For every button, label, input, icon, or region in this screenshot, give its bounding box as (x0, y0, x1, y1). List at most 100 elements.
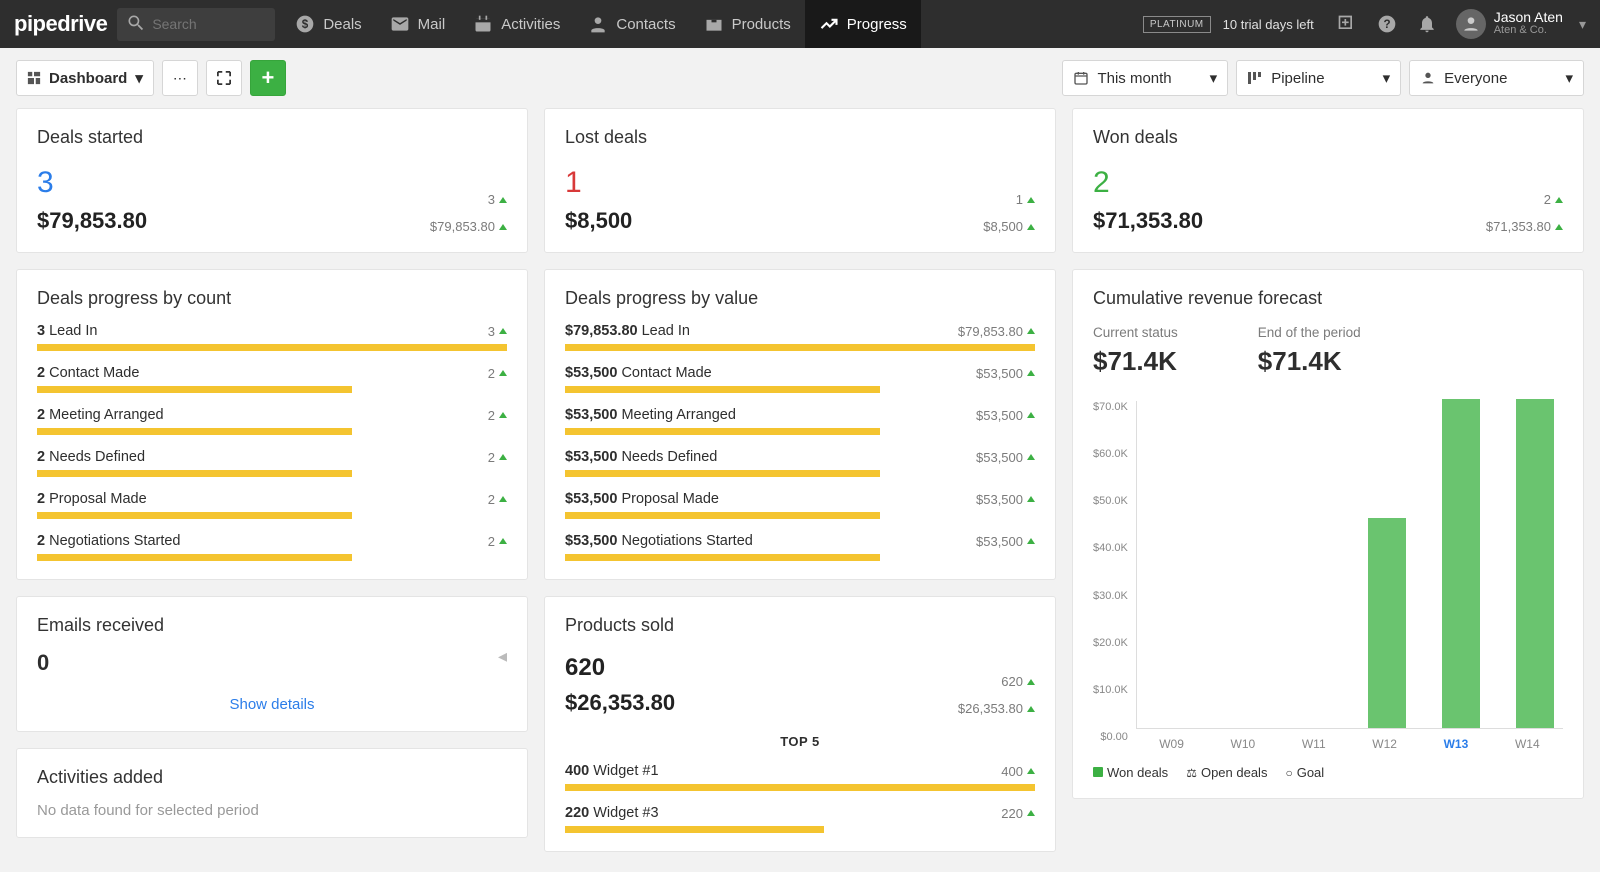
kpi-count: 620 (565, 654, 675, 682)
card-emails-received: Emails received 0 ◂ Show details (16, 596, 528, 732)
chevron-down-icon: ▾ (135, 69, 143, 87)
person-icon (588, 14, 608, 34)
mail-icon (390, 14, 410, 34)
progress-row: 2 Negotiations Started2 (37, 533, 507, 561)
search-input[interactable] (152, 16, 266, 32)
add-button[interactable]: + (250, 60, 286, 96)
nav-products[interactable]: Products (690, 0, 805, 48)
chevron-down-icon: ▾ (1383, 69, 1391, 87)
kpi-amount: $71,353.80 (1093, 208, 1203, 234)
kpi-count: 2 (1093, 166, 1203, 200)
card-title: Cumulative revenue forecast (1093, 288, 1563, 309)
chevron-down-icon: ▾ (1565, 69, 1573, 87)
kpi-count: 3 (37, 166, 147, 200)
progress-row: $53,500 Needs Defined$53,500 (565, 449, 1035, 477)
legend-item: Won deals (1093, 765, 1168, 780)
kpi-count: 1 (565, 166, 632, 200)
end-period-label: End of the period (1258, 325, 1361, 340)
progress-row: 2 Contact Made2 (37, 365, 507, 393)
card-title: Won deals (1093, 127, 1563, 148)
person-icon (1420, 70, 1436, 86)
trend-up-icon (1027, 224, 1035, 230)
trend-up-icon (499, 224, 507, 230)
pipeline-icon (1247, 70, 1263, 86)
chart-bar (1359, 401, 1415, 728)
nav-progress[interactable]: Progress (805, 0, 921, 48)
svg-text:$: $ (302, 18, 309, 31)
progress-row: 2 Meeting Arranged2 (37, 407, 507, 435)
card-title: Deals progress by count (37, 288, 507, 309)
card-title: Products sold (565, 615, 1035, 636)
trend-up-icon (499, 197, 507, 203)
end-period-value: $71.4K (1258, 346, 1361, 377)
kpi-amount: $8,500 (565, 208, 632, 234)
kpi-amount: $26,353.80 (565, 690, 675, 716)
user-menu[interactable]: Jason Aten Aten & Co. ▾ (1456, 9, 1586, 39)
trend-up-icon (1027, 679, 1035, 685)
pipeline-filter[interactable]: Pipeline ▾ (1236, 60, 1401, 96)
dashboard-label: Dashboard (49, 70, 127, 87)
card-title: Emails received (37, 615, 507, 636)
emails-count: 0 (37, 650, 49, 676)
show-details-link[interactable]: Show details (37, 696, 507, 713)
pipeline-label: Pipeline (1271, 70, 1324, 87)
chevron-down-icon: ▾ (1210, 69, 1218, 87)
card-progress-count: Deals progress by count 3 Lead In3 2 Con… (16, 269, 528, 580)
chart-bar (1507, 401, 1563, 728)
people-label: Everyone (1444, 70, 1507, 87)
progress-row: $79,853.80 Lead In$79,853.80 (565, 323, 1035, 351)
trend-up-icon (1027, 197, 1035, 203)
card-title: Deals progress by value (565, 288, 1035, 309)
chevron-left-icon[interactable]: ◂ (498, 646, 507, 667)
chart-bar (1211, 401, 1267, 728)
chevron-down-icon: ▾ (1579, 16, 1586, 33)
chart-bar (1433, 401, 1489, 728)
dollar-icon: $ (295, 14, 315, 34)
nav-activities[interactable]: Activities (459, 0, 574, 48)
help-button[interactable]: ? (1370, 7, 1404, 41)
current-status-value: $71.4K (1093, 346, 1178, 377)
quick-add-button[interactable] (1330, 7, 1364, 41)
nav-mail[interactable]: Mail (376, 0, 460, 48)
card-title: Lost deals (565, 127, 1035, 148)
user-org: Aten & Co. (1494, 24, 1563, 37)
progress-row: $53,500 Contact Made$53,500 (565, 365, 1035, 393)
box-icon (704, 14, 724, 34)
progress-row: 400 Widget #1400 (565, 763, 1035, 791)
card-title: Deals started (37, 127, 507, 148)
progress-row: 220 Widget #3220 (565, 805, 1035, 833)
card-deals-started: Deals started 3 $79,853.80 3 $79,853.80 (16, 108, 528, 253)
top5-label: TOP 5 (565, 734, 1035, 749)
progress-row: 2 Proposal Made2 (37, 491, 507, 519)
search-icon (126, 13, 146, 36)
notifications-button[interactable] (1410, 7, 1444, 41)
nav-deals[interactable]: $Deals (281, 0, 375, 48)
progress-row: $53,500 Meeting Arranged$53,500 (565, 407, 1035, 435)
people-filter[interactable]: Everyone ▾ (1409, 60, 1584, 96)
period-filter[interactable]: This month ▾ (1062, 60, 1228, 96)
fullscreen-button[interactable] (206, 60, 242, 96)
progress-row: 3 Lead In3 (37, 323, 507, 351)
user-name: Jason Aten (1494, 10, 1563, 24)
trend-icon (819, 14, 839, 34)
card-title: Activities added (37, 767, 507, 788)
trend-up-icon (1555, 224, 1563, 230)
chart-bar (1285, 401, 1341, 728)
brand-logo[interactable]: pipedrive (14, 11, 107, 37)
period-label: This month (1097, 70, 1171, 87)
more-button[interactable]: ⋯ (162, 60, 198, 96)
nav-contacts[interactable]: Contacts (574, 0, 689, 48)
search-input-wrap[interactable] (117, 8, 275, 41)
chart-bar (1137, 401, 1193, 728)
svg-text:?: ? (1383, 18, 1390, 31)
forecast-chart: $70.0K$60.0K$50.0K$40.0K$30.0K$20.0K$10.… (1093, 401, 1563, 751)
dashboard-selector[interactable]: Dashboard ▾ (16, 60, 154, 96)
fullscreen-icon (217, 71, 231, 85)
top-nav: pipedrive $DealsMailActivitiesContactsPr… (0, 0, 1600, 48)
progress-row: $53,500 Proposal Made$53,500 (565, 491, 1035, 519)
trial-days-left[interactable]: 10 trial days left (1223, 17, 1314, 32)
no-data-text: No data found for selected period (37, 802, 507, 819)
progress-row: $53,500 Negotiations Started$53,500 (565, 533, 1035, 561)
trend-up-icon (1027, 706, 1035, 712)
card-lost-deals: Lost deals 1 $8,500 1 $8,500 (544, 108, 1056, 253)
